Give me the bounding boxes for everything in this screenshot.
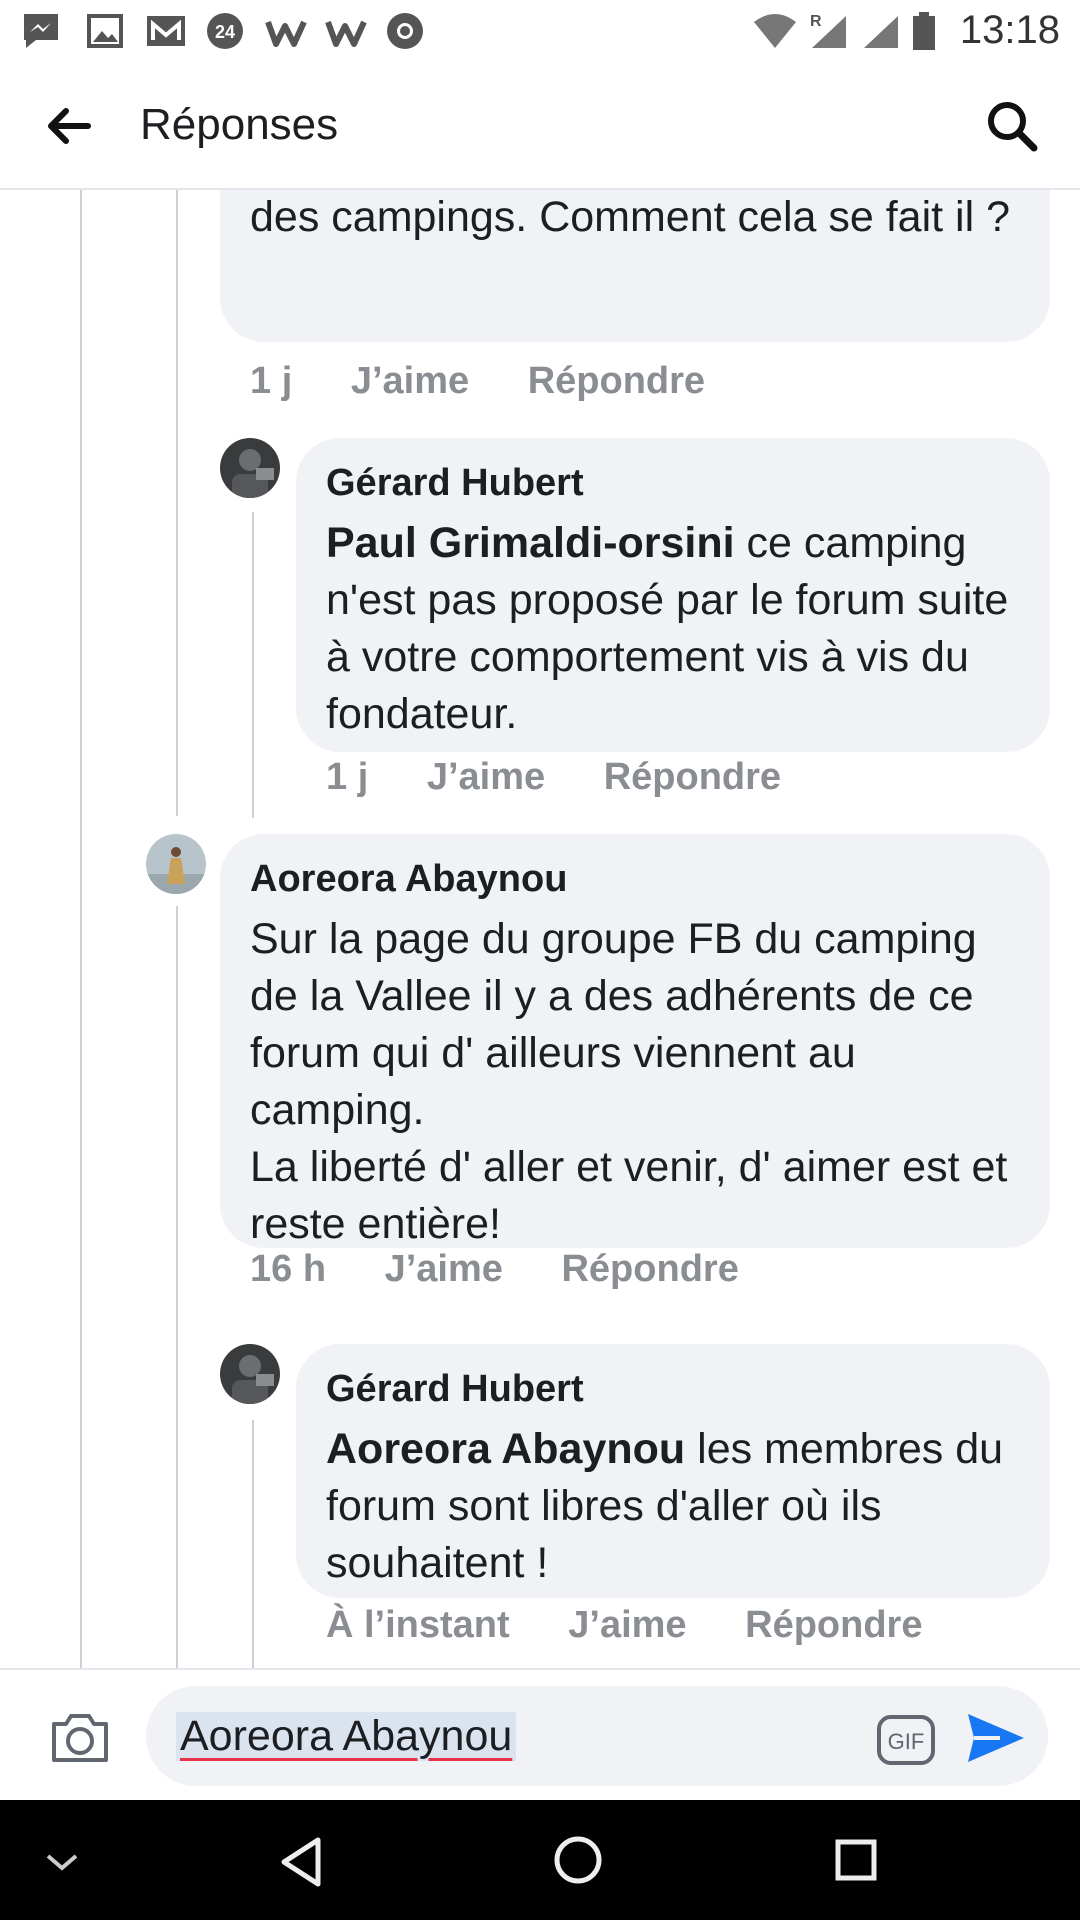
comment-time: 1 j: [250, 360, 293, 402]
like-button[interactable]: J’aime: [427, 756, 545, 798]
comment-text: Sur la page du groupe FB du camping de l…: [250, 915, 1008, 1248]
comment-input-value[interactable]: Aoreora Abaynou: [176, 1712, 517, 1761]
avatar[interactable]: [220, 1344, 280, 1404]
comment-text: Paul Grimaldi-orsini ce camping n'est pa…: [326, 515, 1020, 743]
avatar[interactable]: [146, 834, 206, 894]
page-title: Réponses: [140, 100, 339, 149]
gif-icon[interactable]: GIF: [876, 1714, 936, 1766]
24-icon: 24: [207, 13, 243, 49]
reply-button[interactable]: Répondre: [561, 1248, 738, 1290]
battery-icon: [913, 12, 935, 50]
like-button[interactable]: J’aime: [385, 1248, 503, 1290]
comment-input[interactable]: Aoreora Abaynou GIF: [146, 1686, 1048, 1786]
input-value-text: Aoreora Abaynou: [180, 1712, 513, 1760]
comment-author[interactable]: Gérard Hubert: [326, 1368, 1020, 1411]
mention-link[interactable]: Paul Grimaldi-orsini: [326, 519, 735, 567]
w-icon: [265, 20, 307, 47]
camera-icon[interactable]: [48, 1708, 112, 1766]
back-arrow-icon[interactable]: [44, 102, 92, 150]
clock: 13:18: [959, 8, 1060, 52]
messenger-icon: [24, 14, 58, 48]
chrome-icon: [387, 13, 423, 49]
comment-actions: 1 j J’aime Répondre: [250, 360, 753, 403]
replies-thread[interactable]: pas répertorié sur la carte interactive …: [0, 190, 1080, 1668]
avatar[interactable]: [220, 438, 280, 498]
gmail-icon: [147, 16, 185, 46]
comment-bubble[interactable]: Gérard Hubert Paul Grimaldi-orsini ce ca…: [296, 438, 1050, 752]
mention-link[interactable]: Aoreora Abaynou: [326, 1425, 685, 1473]
send-icon[interactable]: [964, 1710, 1026, 1766]
comment-composer: Aoreora Abaynou GIF: [0, 1668, 1080, 1802]
back-triangle-icon[interactable]: [278, 1836, 324, 1888]
comment-bubble[interactable]: Aoreora Abaynou Sur la page du groupe FB…: [220, 834, 1050, 1248]
thread-line: [252, 512, 254, 818]
comment-actions: 1 j J’aime Répondre: [326, 756, 829, 799]
thread-line: [252, 1420, 254, 1668]
reply-button[interactable]: Répondre: [745, 1604, 922, 1646]
comment-text: Aoreora Abaynou les membres du forum son…: [326, 1421, 1020, 1592]
comment-bubble[interactable]: Gérard Hubert Aoreora Abaynou les membre…: [296, 1344, 1050, 1598]
comment-time: 1 j: [326, 756, 369, 798]
comment-author[interactable]: Aoreora Abaynou: [250, 858, 1020, 901]
signal-roaming-icon: R: [810, 13, 846, 48]
like-button[interactable]: J’aime: [351, 360, 469, 402]
like-button[interactable]: J’aime: [568, 1604, 686, 1646]
comment-author[interactable]: Gérard Hubert: [326, 462, 1020, 505]
status-bar: 24 R 13:18: [0, 0, 1080, 62]
wifi-icon: [754, 14, 796, 48]
recents-square-icon[interactable]: [834, 1838, 878, 1882]
app-header: Réponses: [0, 62, 1080, 190]
comment-actions: 16 h J’aime Répondre: [250, 1248, 787, 1291]
gallery-icon: [87, 14, 123, 48]
thread-line: [176, 906, 178, 1668]
comment-time: À l’instant: [326, 1604, 510, 1646]
comment-bubble[interactable]: pas répertorié sur la carte interactive …: [220, 190, 1050, 342]
comment-actions: À l’instant J’aime Répondre: [326, 1604, 970, 1647]
svg-text:24: 24: [215, 22, 235, 42]
signal-icon: [864, 16, 898, 48]
reply-button[interactable]: Répondre: [604, 756, 781, 798]
thread-line: [176, 190, 178, 816]
chevron-down-icon[interactable]: [44, 1850, 80, 1874]
home-circle-icon[interactable]: [552, 1834, 604, 1886]
comment-text: pas répertorié sur la carte interactive …: [250, 193, 1010, 241]
svg-text:GIF: GIF: [888, 1729, 925, 1754]
svg-text:R: R: [810, 13, 822, 30]
thread-line: [80, 190, 82, 1668]
search-icon[interactable]: [984, 98, 1040, 154]
w-icon: [325, 20, 367, 47]
system-nav-bar: [0, 1800, 1080, 1920]
reply-button[interactable]: Répondre: [528, 360, 705, 402]
comment-time: 16 h: [250, 1248, 327, 1290]
